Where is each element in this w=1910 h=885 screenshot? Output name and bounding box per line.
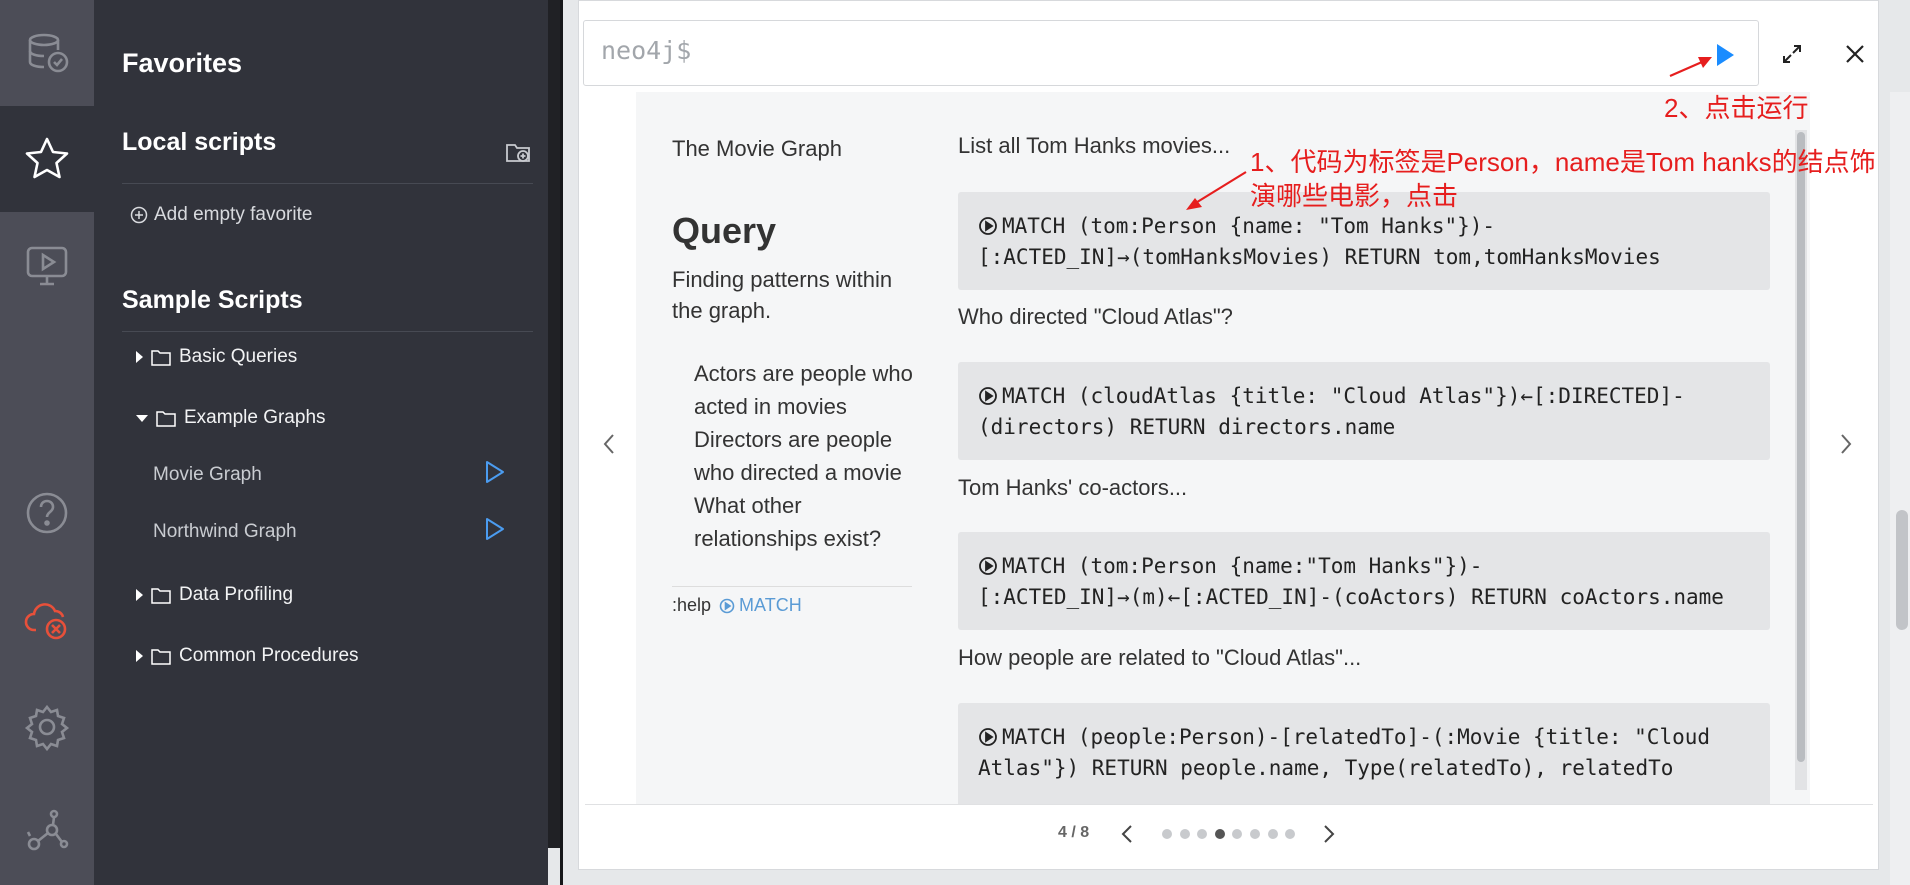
slide-subheading: Finding patterns within the graph. bbox=[672, 267, 893, 323]
folder-label: Example Graphs bbox=[184, 407, 326, 428]
plus-circle-icon bbox=[130, 206, 148, 224]
favorites-drawer: Favorites Local scripts Add empty favori… bbox=[94, 0, 548, 885]
play-circle-icon bbox=[979, 387, 997, 405]
play-circle-icon bbox=[979, 728, 997, 746]
settings-button[interactable] bbox=[0, 674, 94, 780]
editor-prompt: neo4j$ bbox=[601, 36, 692, 65]
pager-dot[interactable] bbox=[1162, 829, 1172, 839]
folder-common-procedures[interactable]: Common Procedures bbox=[136, 645, 359, 667]
run-script-icon[interactable] bbox=[484, 517, 506, 541]
play-circle-icon bbox=[979, 217, 997, 235]
pager-dot[interactable] bbox=[1267, 829, 1278, 839]
list-item: What other relationships exist? bbox=[694, 493, 882, 551]
page-scrollbar-track[interactable] bbox=[1890, 92, 1910, 885]
annotation-arrow-2 bbox=[1669, 57, 1712, 78]
page-scrollbar-thumb[interactable] bbox=[1896, 510, 1908, 630]
help-button[interactable] bbox=[0, 460, 94, 566]
slide-counter: 4 / 8 bbox=[1058, 824, 1090, 841]
query-caption: How people are related to "Cloud Atlas".… bbox=[958, 645, 1362, 670]
code-block[interactable]: MATCH (tom:Person {name:"Tom Hanks"})-[:… bbox=[958, 532, 1770, 630]
list-item: Actors are people who acted in movies bbox=[694, 361, 913, 419]
connection-status-button[interactable] bbox=[0, 566, 94, 672]
code-text: MATCH (tom:Person {name:"Tom Hanks"})-[:… bbox=[978, 554, 1724, 609]
run-button[interactable] bbox=[1714, 42, 1736, 68]
help-command: :help bbox=[672, 595, 712, 615]
code-text: MATCH (tom:Person {name: "Tom Hanks"})-[… bbox=[978, 214, 1661, 269]
run-script-icon[interactable] bbox=[484, 460, 506, 484]
about-button[interactable] bbox=[0, 778, 94, 884]
cloud-disconnected-icon bbox=[24, 603, 67, 640]
expand-icon[interactable] bbox=[1780, 42, 1804, 66]
slide-bullets: Actors are people who acted in movies Di… bbox=[694, 357, 924, 555]
caret-right-icon bbox=[136, 589, 143, 601]
code-text: MATCH (cloudAtlas {title: "Cloud Atlas"}… bbox=[978, 384, 1685, 439]
play-circle-icon bbox=[719, 598, 735, 613]
folder-data-profiling[interactable]: Data Profiling bbox=[136, 584, 293, 606]
code-block[interactable]: MATCH (cloudAtlas {title: "Cloud Atlas"}… bbox=[958, 362, 1770, 460]
pager-next-icon[interactable] bbox=[1322, 823, 1336, 845]
add-empty-favorite-button[interactable]: Add empty favorite bbox=[130, 204, 312, 226]
drawer-title: Favorites bbox=[122, 48, 243, 78]
query-caption: Tom Hanks' co-actors... bbox=[958, 475, 1188, 500]
annotation-step1-line2: 演哪些电影，点击 bbox=[1250, 181, 1459, 211]
divider bbox=[122, 331, 533, 332]
graph-icon bbox=[26, 809, 69, 851]
caret-right-icon bbox=[136, 650, 143, 662]
help-icon bbox=[26, 492, 68, 534]
folder-icon bbox=[151, 648, 171, 665]
pager-dot[interactable] bbox=[1179, 829, 1190, 839]
code-text: MATCH (people:Person)-[relatedTo]-(:Movi… bbox=[978, 725, 1711, 780]
query-editor[interactable] bbox=[583, 20, 1759, 86]
slide-title: The Movie Graph bbox=[672, 136, 842, 161]
caret-down-icon bbox=[136, 414, 148, 422]
pager-dot[interactable] bbox=[1250, 829, 1260, 839]
previous-slide-icon[interactable] bbox=[600, 432, 618, 456]
list-item: Directors are people who directed a movi… bbox=[694, 427, 902, 485]
monitor-play-icon bbox=[26, 246, 68, 286]
help-links: :help MATCH bbox=[672, 586, 912, 616]
folder-label: Data Profiling bbox=[179, 584, 294, 605]
slide-heading: Query bbox=[672, 210, 777, 251]
pager-prev-icon[interactable] bbox=[1120, 823, 1134, 845]
guides-button[interactable] bbox=[0, 212, 94, 318]
folder-basic-queries[interactable]: Basic Queries bbox=[136, 346, 297, 368]
play-circle-icon bbox=[979, 557, 997, 575]
icon-rail bbox=[0, 0, 94, 885]
query-caption: Who directed "Cloud Atlas"? bbox=[958, 304, 1233, 329]
folder-label: Basic Queries bbox=[179, 346, 298, 367]
divider bbox=[122, 183, 533, 184]
star-icon bbox=[25, 137, 69, 179]
caret-right-icon bbox=[136, 351, 143, 363]
folder-example-graphs[interactable]: Example Graphs bbox=[136, 407, 326, 429]
new-folder-icon[interactable] bbox=[504, 138, 532, 166]
annotation-arrow-1 bbox=[1186, 171, 1247, 210]
code-block[interactable]: MATCH (people:Person)-[relatedTo]-(:Movi… bbox=[958, 703, 1770, 804]
query-caption: List all Tom Hanks movies... bbox=[958, 133, 1231, 158]
close-icon[interactable] bbox=[1843, 42, 1867, 66]
script-northwind-graph[interactable]: Northwind Graph bbox=[153, 521, 297, 543]
match-help-link[interactable]: MATCH bbox=[719, 595, 802, 616]
next-slide-icon[interactable] bbox=[1837, 432, 1855, 456]
annotation-step2: 2、点击运行 bbox=[1664, 93, 1809, 123]
database-icon bbox=[28, 33, 69, 73]
folder-icon bbox=[156, 410, 176, 427]
add-empty-favorite-label: Add empty favorite bbox=[154, 204, 313, 225]
annotation-step1-line1: 1、代码为标签是Person，name是Tom hanks的结点饰 bbox=[1250, 147, 1876, 177]
carousel-footer-divider bbox=[585, 804, 1873, 805]
local-scripts-heading: Local scripts bbox=[122, 128, 277, 156]
gear-icon bbox=[24, 704, 70, 752]
script-movie-graph[interactable]: Movie Graph bbox=[153, 464, 262, 486]
match-help-label: MATCH bbox=[739, 595, 802, 615]
drawer-scrollbar[interactable] bbox=[548, 0, 560, 848]
slide-scrollbar-thumb[interactable] bbox=[1797, 132, 1805, 762]
pager-dot[interactable] bbox=[1214, 829, 1225, 839]
favorites-button[interactable] bbox=[0, 106, 94, 212]
database-button[interactable] bbox=[0, 0, 94, 106]
folder-icon bbox=[151, 587, 171, 604]
folder-icon bbox=[151, 349, 171, 366]
folder-label: Common Procedures bbox=[179, 645, 359, 666]
sample-scripts-heading: Sample Scripts bbox=[122, 286, 303, 314]
